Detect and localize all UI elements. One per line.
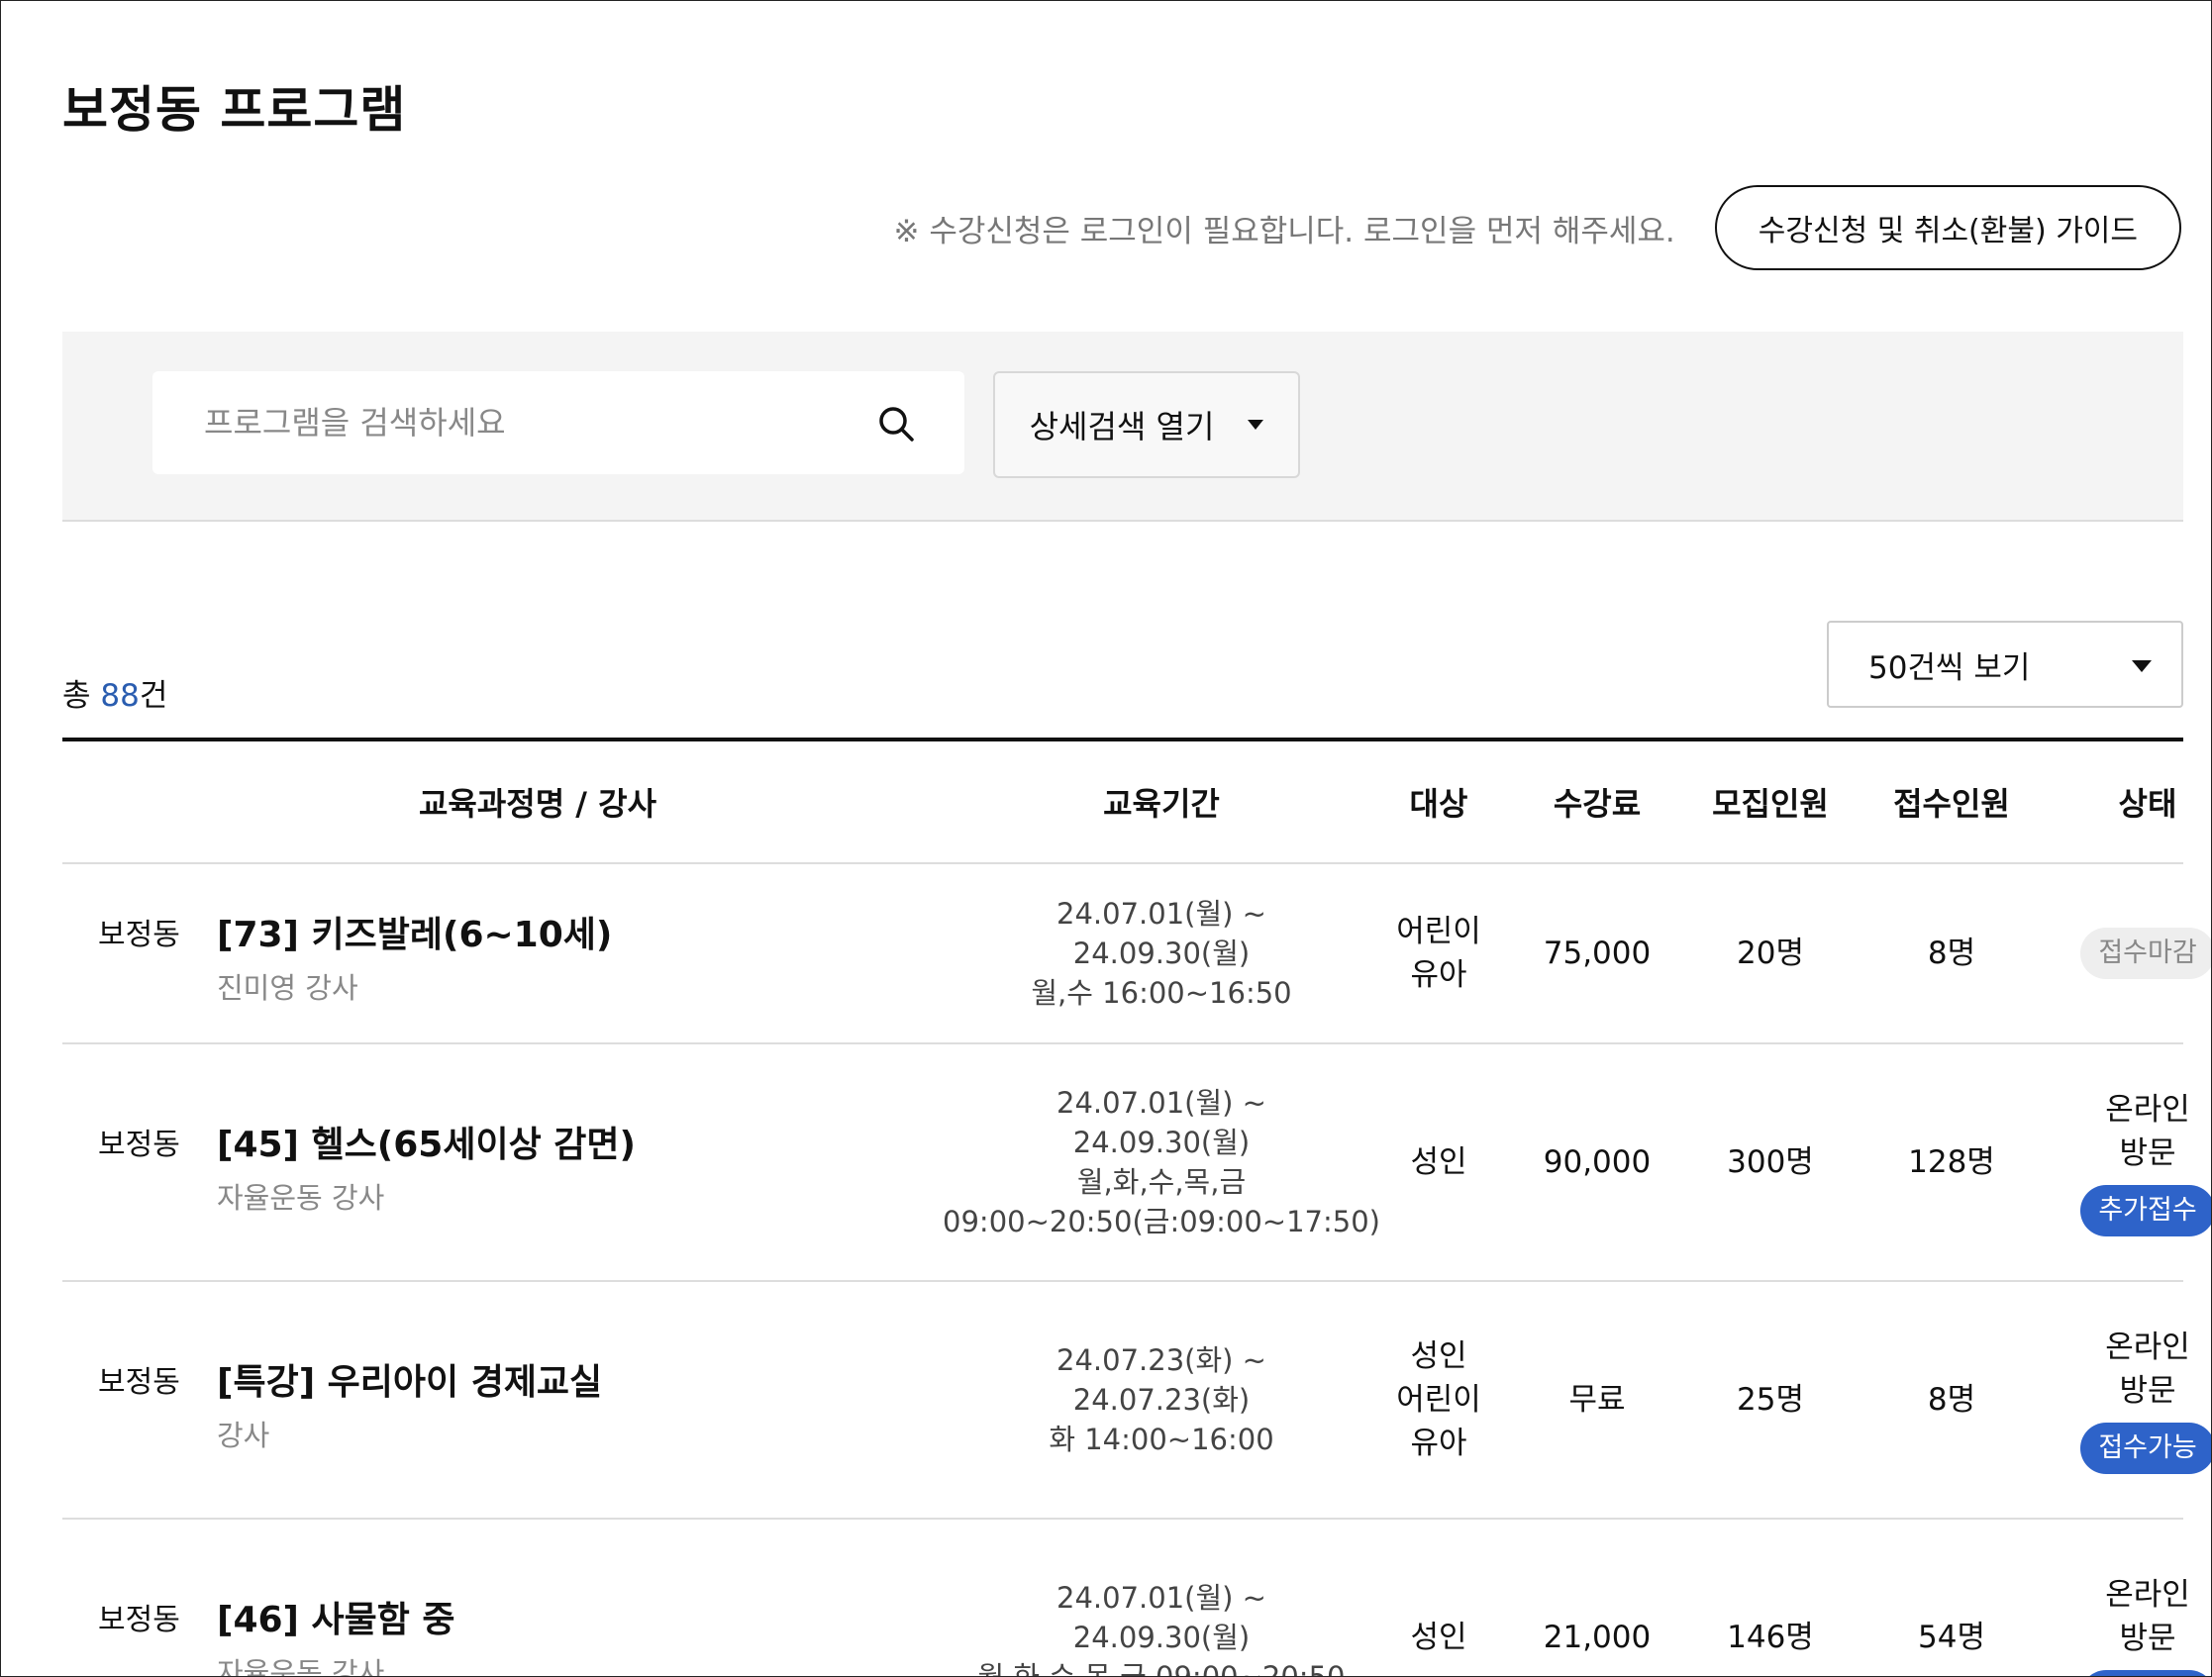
header-course: 교육과정명 / 강사 <box>418 785 657 823</box>
period-dates: 24.07.01(월) ~ 24.09.30(월) <box>1056 1581 1266 1654</box>
search-box <box>152 371 964 474</box>
search-icon[interactable] <box>877 405 915 443</box>
row-fee: 75,000 <box>1543 936 1652 971</box>
target-item: 어린이 <box>1396 914 1481 949</box>
row-applied: 54명 <box>1918 1620 1985 1655</box>
row-applied: 128명 <box>1908 1144 1995 1180</box>
detail-search-label: 상세검색 열기 <box>1029 408 1215 445</box>
additional-enroll-button[interactable]: 추가접수 <box>2080 1185 2211 1236</box>
enrollment-guide-button[interactable]: 수강신청 및 취소(환불) 가이드 <box>1714 185 2181 270</box>
program-table: 교육과정명 / 강사 교육기간 대상 수강료 모집인원 접수인원 상태 보정동 … <box>62 738 2211 1677</box>
course-title[interactable]: [73] 키즈발레(6~10세) <box>217 906 612 957</box>
row-status: 온라인 방문 <box>2049 1520 2211 1676</box>
row-fee: 무료 <box>1568 1382 1626 1418</box>
row-region: 보정동 <box>98 1365 180 1400</box>
row-period: 24.07.01(월) ~ 24.09.30(월) 월,화,수,목,금 09:0… <box>943 1044 1380 1280</box>
header-status: 상태 <box>2118 785 2177 823</box>
row-capacity: 300명 <box>1727 1144 1814 1180</box>
table-row[interactable]: 보정동 [46] 사물함 중 자율운동 강사 24.07.01(월) ~ 24.… <box>62 1520 2211 1677</box>
table-row[interactable]: 보정동 [45] 헬스(65세이상 감면) 자율운동 강사 24.07.01(월… <box>62 1044 2211 1282</box>
search-panel: 상세검색 열기 <box>62 332 2183 522</box>
period-dates: 24.07.01(월) ~ 24.09.30(월) <box>1056 1086 1266 1159</box>
page-title: 보정동 프로그램 <box>62 81 407 139</box>
notice-row: ※ 수강신청은 로그인이 필요합니다. 로그인을 먼저 해주세요. 수강신청 및… <box>893 185 2181 270</box>
row-capacity: 146명 <box>1727 1620 1814 1655</box>
status-badge: 접수마감 <box>2080 928 2211 979</box>
row-capacity: 25명 <box>1737 1382 1804 1418</box>
status-visit: 방문 <box>2119 1135 2176 1171</box>
table-row[interactable]: 보정동 [특강] 우리아이 경제교실 강사 24.07.23(화) ~ 24.0… <box>62 1282 2211 1520</box>
table-row[interactable]: 보정동 [73] 키즈발레(6~10세) 진미영 강사 24.07.01(월) … <box>62 864 2211 1044</box>
course-teacher: 자율운동 강사 <box>217 1181 385 1215</box>
status-button[interactable] <box>2080 1670 2211 1676</box>
row-period: 24.07.01(월) ~ 24.09.30(월) 월,수 16:00~16:5… <box>973 864 1350 1042</box>
page-size-label: 50건씩 보기 <box>1868 649 2031 686</box>
row-period: 24.07.01(월) ~ 24.09.30(월) 월,화,수,목,금 09:0… <box>973 1520 1350 1677</box>
row-region: 보정동 <box>98 1603 180 1637</box>
row-status: 온라인 방문 접수가능 <box>2049 1282 2211 1518</box>
period-dates: 24.07.01(월) ~ 24.09.30(월) <box>1056 897 1266 970</box>
period-dates: 24.07.23(화) ~ 24.07.23(화) <box>1056 1343 1266 1417</box>
page-size-select[interactable]: 50건씩 보기 <box>1827 621 2183 708</box>
status-online: 온라인 <box>2105 1330 2190 1365</box>
chevron-down-icon <box>2132 660 2152 672</box>
table-header: 교육과정명 / 강사 교육기간 대상 수강료 모집인원 접수인원 상태 <box>62 741 2183 864</box>
enroll-available-button[interactable]: 접수가능 <box>2080 1423 2211 1474</box>
row-fee: 90,000 <box>1543 1144 1652 1180</box>
row-applied: 8명 <box>1927 936 1976 971</box>
period-days: 월,화,수,목,금 <box>1076 1165 1247 1199</box>
detail-search-button[interactable]: 상세검색 열기 <box>993 371 1300 478</box>
status-online: 온라인 <box>2105 1092 2190 1128</box>
row-period: 24.07.23(화) ~ 24.07.23(화) 화 14:00~16:00 <box>973 1282 1350 1518</box>
header-capacity: 모집인원 <box>1712 785 1829 823</box>
course-teacher: 강사 <box>217 1419 270 1452</box>
total-count: 총 88건 <box>62 670 167 715</box>
status-visit: 방문 <box>2119 1621 2176 1656</box>
header-period: 교육기간 <box>1103 785 1220 823</box>
login-notice: ※ 수강신청은 로그인이 필요합니다. 로그인을 먼저 해주세요. <box>893 213 1675 249</box>
total-number: 88 <box>100 678 140 714</box>
period-schedule: 월,화,수,목,금 09:00~20:50 <box>977 1660 1346 1677</box>
target-item: 어린이 <box>1396 1382 1481 1418</box>
target-item: 성인 <box>1410 1144 1467 1180</box>
total-prefix: 총 <box>62 678 101 714</box>
row-capacity: 20명 <box>1737 936 1804 971</box>
row-region: 보정동 <box>98 918 180 952</box>
course-title[interactable]: [46] 사물함 중 <box>217 1591 455 1642</box>
search-input[interactable] <box>202 403 840 443</box>
header-fee: 수강료 <box>1553 785 1642 823</box>
row-fee: 21,000 <box>1543 1620 1652 1655</box>
target-item: 성인 <box>1410 1620 1467 1655</box>
course-teacher: 자율운동 강사 <box>217 1656 385 1677</box>
page-frame: 보정동 프로그램 ※ 수강신청은 로그인이 필요합니다. 로그인을 먼저 해주세… <box>0 0 2212 1677</box>
caret-down-icon <box>1248 420 1264 430</box>
total-suffix: 건 <box>139 678 168 714</box>
status-visit: 방문 <box>2119 1373 2176 1409</box>
target-item: 유아 <box>1410 1426 1467 1461</box>
course-teacher: 진미영 강사 <box>217 971 358 1005</box>
row-status: 온라인 방문 추가접수 <box>2049 1044 2211 1280</box>
row-region: 보정동 <box>98 1128 180 1162</box>
period-schedule: 화 14:00~16:00 <box>1049 1423 1274 1456</box>
period-time: 09:00~20:50(금:09:00~17:50) <box>943 1205 1380 1238</box>
target-item: 성인 <box>1410 1338 1467 1374</box>
header-applied: 접수인원 <box>1893 785 2010 823</box>
period-schedule: 월,수 16:00~16:50 <box>1031 976 1292 1010</box>
row-applied: 8명 <box>1927 1382 1976 1418</box>
target-item: 유아 <box>1410 957 1467 993</box>
status-online: 온라인 <box>2105 1577 2190 1613</box>
row-status: 접수마감 <box>2049 864 2211 1042</box>
course-title[interactable]: [45] 헬스(65세이상 감면) <box>217 1116 636 1167</box>
course-title[interactable]: [특강] 우리아이 경제교실 <box>217 1353 602 1405</box>
